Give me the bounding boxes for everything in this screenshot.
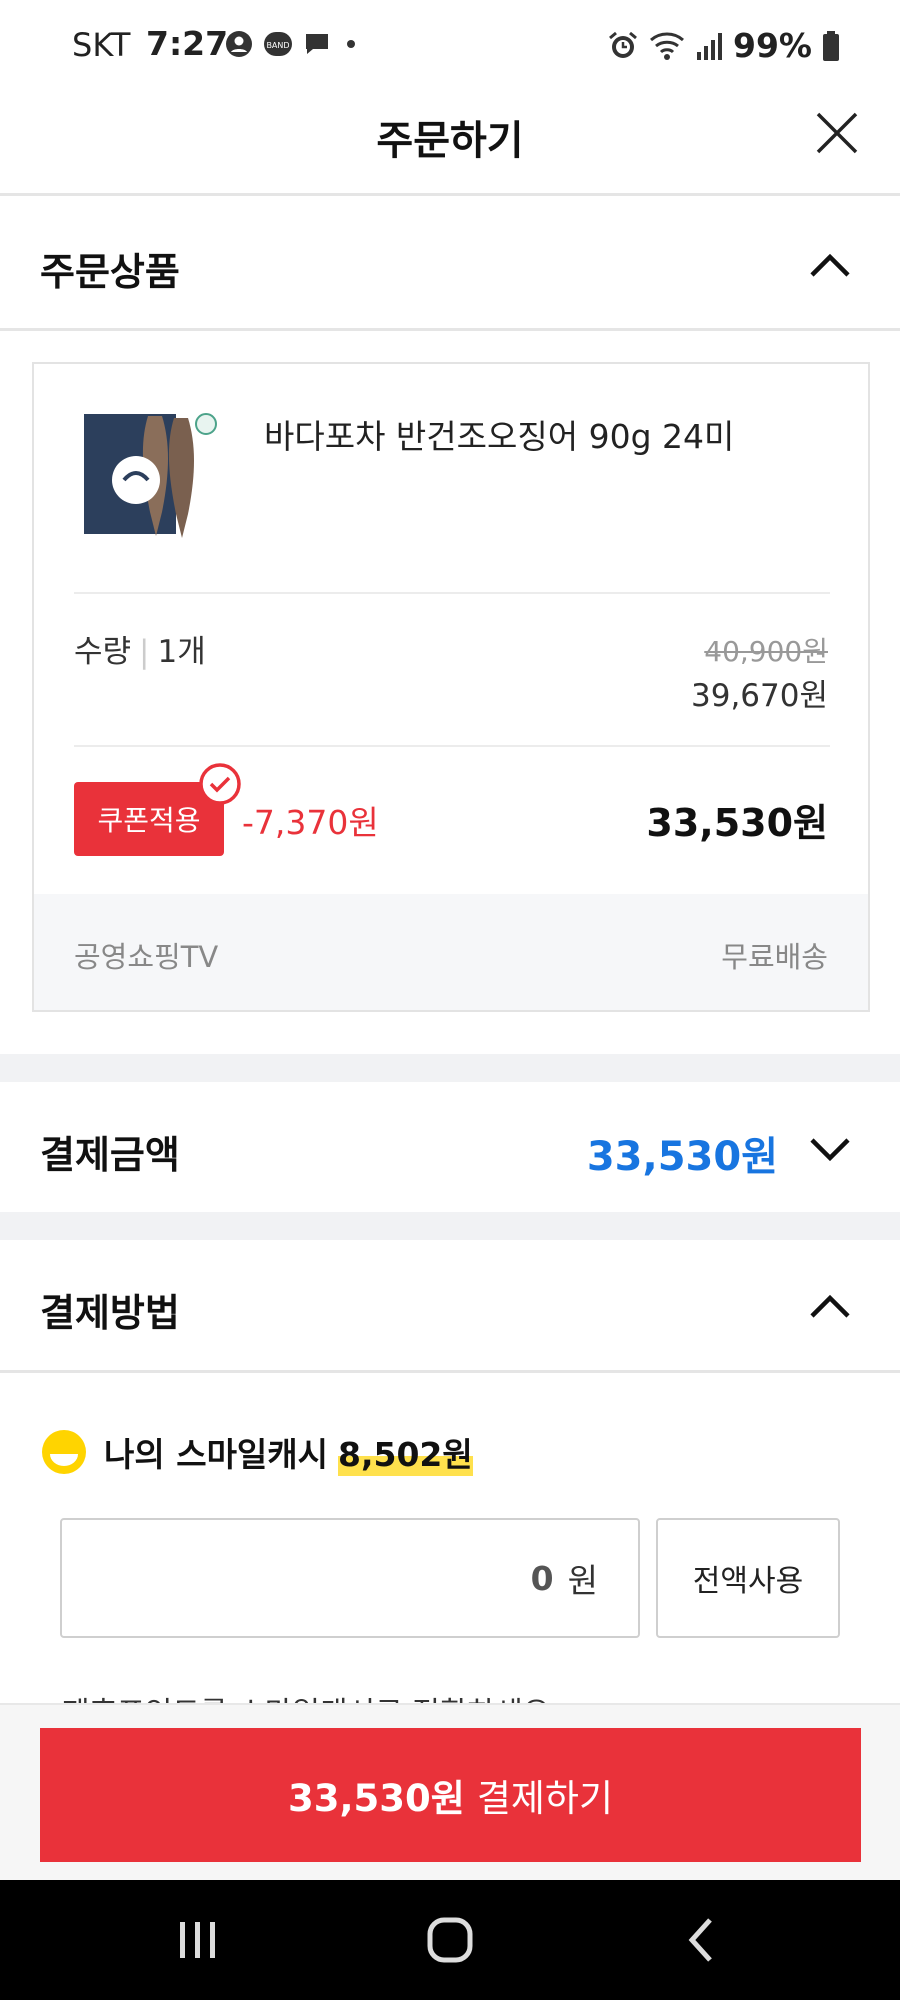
wifi-icon (650, 32, 684, 60)
coupon-discount: -7,370원 (242, 803, 379, 842)
check-circle-icon (199, 763, 241, 805)
seller-name[interactable]: 공영쇼핑TV (74, 934, 218, 976)
chevron-down-icon[interactable] (808, 1126, 852, 1170)
nav-recent-icon[interactable] (176, 1916, 220, 1964)
product-thumbnail[interactable] (78, 402, 218, 542)
nav-home-icon[interactable] (426, 1916, 474, 1964)
clock: 7:27 (146, 24, 229, 63)
smile-cash-input-unit: 원 (567, 1561, 598, 1600)
section-gap (0, 1054, 900, 1082)
battery-percent: 99% (733, 26, 812, 65)
smile-cash-input-value: 0 (530, 1558, 554, 1598)
seller-info: 공영쇼핑TV 무료배송 (34, 894, 868, 1010)
payment-amount-value: 33,530원 (586, 1134, 778, 1180)
page-title: 주문하기 (376, 118, 524, 164)
nav-back-icon[interactable] (684, 1916, 718, 1964)
section-gap (0, 1212, 900, 1240)
system-icons: 99% (607, 26, 840, 65)
order-items-title: 주문상품 (40, 250, 180, 294)
original-price: 40,900원 (704, 635, 828, 668)
notification-icons: BAND (225, 30, 361, 58)
checkout-amount: 33,530원 (288, 1777, 465, 1820)
divider (0, 1370, 900, 1373)
status-bar: SKT 7:27 BAND 99% (0, 0, 900, 90)
smile-cash-balance: 나의 스마일캐시 8,502원 (40, 1428, 473, 1476)
product-name[interactable]: 바다포차 반건조오징어 90g 24미 (264, 410, 734, 458)
use-all-button[interactable]: 전액사용 (656, 1518, 840, 1638)
quantity: 수량 | 1개 (74, 626, 206, 671)
quantity-value: 1개 (157, 634, 206, 670)
smile-icon (42, 1430, 86, 1474)
product-card: 바다포차 반건조오징어 90g 24미 수량 | 1개 40,900원 39,670… (32, 362, 870, 1012)
band-icon: BAND (264, 32, 292, 56)
quantity-label: 수량 (74, 634, 132, 670)
smile-cash-input[interactable]: 0 원 (60, 1518, 640, 1638)
payment-method-header[interactable]: 결제방법 (0, 1240, 900, 1370)
checkout-label: 결제하기 (476, 1777, 613, 1820)
battery-icon (823, 30, 839, 61)
chevron-up-icon[interactable] (808, 243, 852, 287)
chevron-up-icon[interactable] (808, 1284, 852, 1328)
checkout-bar: 33,530원 결제하기 (0, 1703, 900, 1880)
account-icon (226, 31, 252, 57)
dot-icon (347, 40, 355, 48)
final-price: 33,530원 (646, 801, 828, 845)
carrier-label: SKT (72, 26, 131, 64)
divider (0, 328, 900, 331)
sale-price: 39,670원 (691, 678, 828, 714)
divider (74, 592, 830, 594)
shipping-info: 무료배송 (721, 940, 828, 974)
order-items-header[interactable]: 주문상품 (0, 199, 900, 329)
close-icon[interactable] (812, 108, 862, 158)
payment-method-title: 결제방법 (40, 1291, 180, 1335)
alarm-icon (609, 31, 637, 58)
payment-amount-title: 결제금액 (40, 1133, 180, 1177)
signal-icon (697, 32, 722, 60)
checkout-button[interactable]: 33,530원 결제하기 (40, 1728, 861, 1862)
smile-cash-amount: 8,502원 (338, 1428, 473, 1476)
svg-text:BAND: BAND (266, 41, 289, 50)
smile-cash-label: 나의 스마일캐시 (104, 1435, 329, 1474)
divider (74, 745, 830, 747)
payment-amount-header[interactable]: 결제금액 33,530원 (0, 1082, 900, 1212)
quantity-separator: | (139, 634, 150, 670)
message-icon (306, 34, 328, 54)
page-header: 주문하기 (0, 90, 900, 196)
system-nav-bar (0, 1880, 900, 2000)
